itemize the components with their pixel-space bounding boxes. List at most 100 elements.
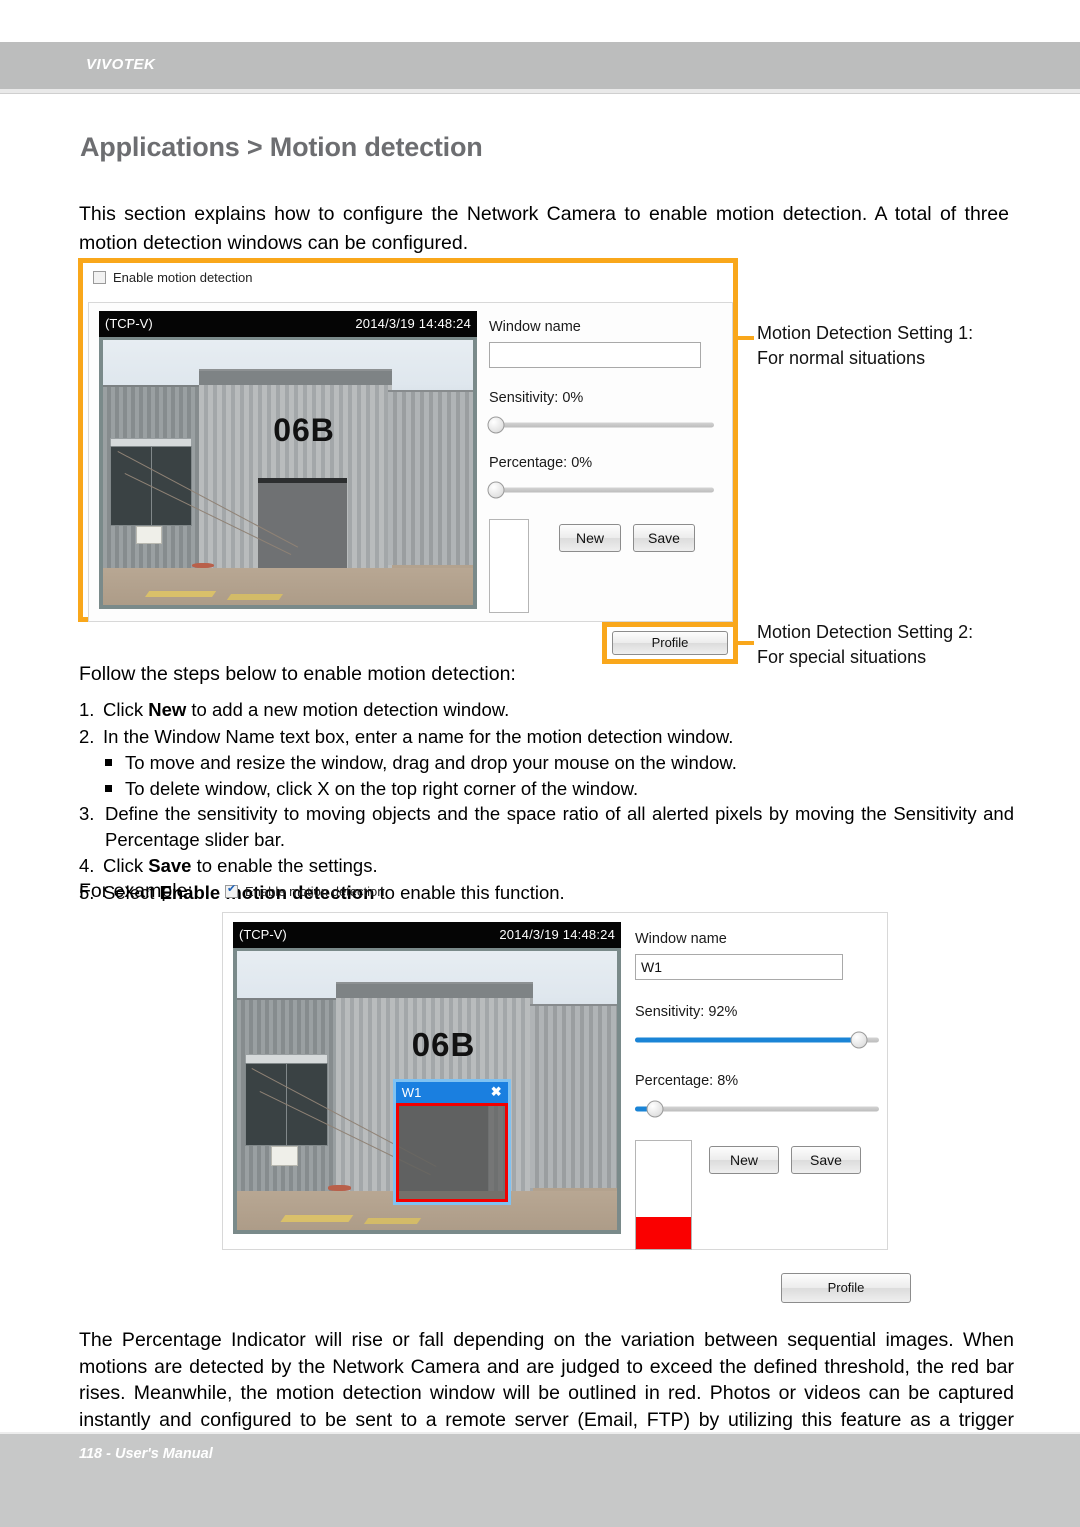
- callout-leader-2: [738, 641, 754, 645]
- sensitivity-label-1: Sensitivity: 0%: [489, 390, 584, 406]
- sensitivity-slider-2[interactable]: [635, 1031, 879, 1049]
- camera-image-2: 06B W1 ✖: [237, 951, 617, 1230]
- callout-1-line-2: For normal situations: [757, 348, 926, 368]
- steps-list: 1. Click New to add a new motion detecti…: [79, 697, 1014, 906]
- ground-object: [328, 1185, 351, 1191]
- ground-object: [191, 562, 214, 568]
- building-roof-band: [199, 371, 392, 385]
- camera-preview-2[interactable]: (TCP-V) 2014/3/19 14:48:24 06B W1 ✖: [233, 922, 621, 1234]
- percentage-indicator-bar-2: [636, 1216, 691, 1249]
- percentage-slider-track-2: [635, 1106, 879, 1112]
- stream-protocol-label: (TCP-V): [105, 316, 153, 331]
- percentage-slider-track-1: [489, 487, 714, 493]
- callout-2-line-2: For special situations: [757, 647, 927, 667]
- enable-motion-detection-row-1[interactable]: Enable motion detection: [93, 270, 252, 285]
- building-roof-band: [335, 983, 534, 999]
- enable-motion-detection-label-2: Enable motion detection: [245, 884, 385, 899]
- camera-osd-bar-1: (TCP-V) 2014/3/19 14:48:24: [99, 311, 477, 337]
- sub-step-item-2: To delete window, click X on the top rig…: [79, 776, 1014, 802]
- sensitivity-slider-knob-1[interactable]: [487, 416, 505, 434]
- enable-motion-detection-checkbox[interactable]: [93, 271, 106, 284]
- motion-detection-setting-1-callout-box: Enable motion detection (TCP-V) 2014/3/1…: [78, 258, 738, 622]
- sensitivity-slider-fill-2: [635, 1037, 860, 1043]
- sub-step-text-1: To move and resize the window, drag and …: [125, 752, 737, 773]
- footer-text: 118 - User's Manual: [79, 1446, 213, 1462]
- save-button-2[interactable]: Save: [791, 1146, 861, 1174]
- callout-1-line-1: Motion Detection Setting 1:: [757, 323, 974, 343]
- step-number-4: 4.: [79, 855, 95, 876]
- callout-2-line-1: Motion Detection Setting 2:: [757, 622, 974, 642]
- yellow-floor-mark-2: [226, 593, 283, 600]
- percentage-label-1: Percentage: 0%: [489, 455, 593, 471]
- percentage-slider-knob-1[interactable]: [487, 481, 505, 499]
- bullet-square-icon: [105, 784, 112, 792]
- save-button-1[interactable]: Save: [633, 524, 695, 552]
- percentage-slider-knob-2[interactable]: [646, 1100, 664, 1118]
- enable-motion-detection-row-2[interactable]: Enable motion detection: [225, 883, 385, 899]
- step-item-1: 1. Click New to add a new motion detecti…: [79, 697, 1014, 723]
- step-item-5: 5. Select Enable motion detection to ena…: [79, 880, 1014, 906]
- callout-leader-1: [738, 336, 754, 340]
- roller-door: [258, 477, 348, 568]
- step-text-2: In the Window Name text box, enter a nam…: [103, 725, 734, 747]
- sub-step-text-2: To delete window, click X on the top rig…: [125, 777, 639, 799]
- step-text-4: Click Save to enable the settings.: [103, 855, 378, 876]
- camera-timestamp: 2014/3/19 14:48:24: [355, 316, 471, 331]
- step-number-2: 2.: [79, 725, 95, 747]
- page-header-bar: VIVOTEK: [0, 42, 1080, 89]
- motion-detection-panel-2: (TCP-V) 2014/3/19 14:48:24 06B W1 ✖ Wind…: [222, 912, 888, 1250]
- yellow-floor-mark-1: [145, 590, 217, 598]
- stream-protocol-label-2: (TCP-V): [239, 927, 287, 942]
- step-text-1: Click New to add a new motion detection …: [103, 699, 510, 720]
- percentage-slider-1[interactable]: [487, 481, 714, 499]
- percentage-indicator-2: [635, 1140, 692, 1250]
- wall-sign: [136, 525, 163, 545]
- window-name-input-1[interactable]: [489, 342, 701, 368]
- profile-button-2[interactable]: Profile: [781, 1273, 911, 1303]
- header-rule-thin: [0, 93, 1080, 94]
- steps-intro: Follow the steps below to enable motion …: [79, 663, 516, 685]
- step-number-3: 3.: [79, 803, 95, 824]
- sensitivity-slider-knob-2[interactable]: [850, 1031, 868, 1049]
- percentage-indicator-1: [489, 519, 529, 613]
- camera-preview-1[interactable]: (TCP-V) 2014/3/19 14:48:24 06B: [99, 311, 477, 609]
- intro-paragraph: This section explains how to configure t…: [79, 203, 1009, 254]
- motion-detection-window-w1[interactable]: W1 ✖: [392, 1079, 511, 1205]
- step-item-2: 2. In the Window Name text box, enter a …: [79, 724, 1014, 750]
- motion-detection-setting-2-callout-box: Profile: [602, 622, 738, 664]
- profile-button-1[interactable]: Profile: [612, 631, 728, 655]
- percentage-slider-2[interactable]: [635, 1100, 879, 1118]
- motion-settings-column-1: Window name Sensitivity: 0% Percentage: …: [487, 319, 724, 629]
- motion-detection-panel-1: (TCP-V) 2014/3/19 14:48:24 06B Window na…: [88, 302, 733, 622]
- callout-text-1: Motion Detection Setting 1: For normal s…: [757, 321, 973, 371]
- window-name-label-2: Window name: [635, 931, 727, 947]
- callout-text-2: Motion Detection Setting 2: For special …: [757, 620, 973, 670]
- motion-settings-column-2: Window name Sensitivity: 92% Percentage:…: [635, 931, 879, 1260]
- ground-region: [103, 567, 473, 605]
- step-number-1: 1.: [79, 699, 95, 720]
- sensitivity-label-2: Sensitivity: 92%: [635, 1004, 738, 1020]
- new-button-1[interactable]: New: [559, 524, 621, 552]
- building-right-wall: [529, 1004, 617, 1189]
- building-number-label-2: 06B: [411, 1026, 476, 1064]
- motion-window-titlebar[interactable]: W1 ✖: [395, 1082, 508, 1104]
- sensitivity-slider-1[interactable]: [487, 416, 714, 434]
- new-button-2[interactable]: New: [709, 1146, 779, 1174]
- motion-window-name: W1: [401, 1085, 422, 1101]
- sensitivity-slider-track-1: [489, 422, 714, 428]
- step-item-4: 4. Click Save to enable the settings.: [79, 853, 1014, 879]
- window-name-input-2[interactable]: [635, 954, 843, 980]
- actions-row-2: New Save: [635, 1140, 875, 1260]
- motion-window-region[interactable]: [395, 1103, 508, 1202]
- camera-osd-bar-2: (TCP-V) 2014/3/19 14:48:24: [233, 922, 621, 948]
- camera-image-1: 06B: [103, 340, 473, 605]
- building-number-label: 06B: [273, 411, 335, 448]
- page-footer: 118 - User's Manual: [0, 1432, 1080, 1527]
- percentage-label-2: Percentage: 8%: [635, 1073, 739, 1089]
- close-icon[interactable]: ✖: [491, 1084, 502, 1100]
- enable-motion-detection-label: Enable motion detection: [113, 270, 253, 285]
- actions-row-1: New Save: [489, 519, 724, 629]
- step-text-3: Define the sensitivity to moving objects…: [105, 803, 1014, 850]
- enable-motion-detection-checkbox-2[interactable]: [225, 883, 238, 898]
- footer-rule: [0, 1432, 1080, 1434]
